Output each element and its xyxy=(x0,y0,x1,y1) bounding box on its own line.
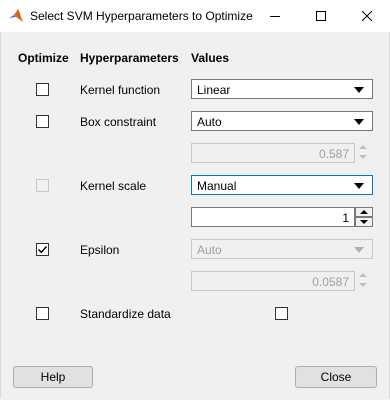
chevron-down-icon xyxy=(354,247,364,253)
close-button[interactable]: Close xyxy=(295,366,377,388)
close-window-button[interactable] xyxy=(344,0,390,32)
epsilon-dropdown: Auto xyxy=(191,239,373,259)
title-bar: Select SVM Hyperparameters to Optimize xyxy=(0,0,390,32)
spin-up-button xyxy=(355,143,373,153)
box-constraint-label: Box constraint xyxy=(80,115,157,129)
box-constraint-spin-value: 0.587 xyxy=(318,147,349,161)
kernel-scale-dropdown[interactable]: Manual xyxy=(191,175,373,195)
spin-up-button xyxy=(355,271,373,281)
standardize-data-label: Standardize data xyxy=(80,307,171,321)
optimize-epsilon-checkbox[interactable] xyxy=(36,243,49,256)
chevron-down-icon xyxy=(354,87,364,93)
optimize-kernel-function-checkbox[interactable] xyxy=(36,83,49,96)
epsilon-spin-field: 0.0587 xyxy=(191,271,355,291)
chevron-down-icon xyxy=(359,155,367,159)
kernel-scale-spin-value: 1 xyxy=(342,211,349,225)
dialog-body: Optimize Hyperparameters Values Kernel f… xyxy=(0,32,390,398)
checkmark-icon xyxy=(38,246,48,254)
optimize-standardize-checkbox[interactable] xyxy=(36,307,49,320)
epsilon-spin-value: 0.0587 xyxy=(312,275,349,289)
standardize-data-checkbox[interactable] xyxy=(275,307,288,320)
window-title: Select SVM Hyperparameters to Optimize xyxy=(30,9,253,23)
box-constraint-value: Auto xyxy=(197,115,222,129)
kernel-function-label: Kernel function xyxy=(80,83,161,97)
optimize-kernel-scale-checkbox xyxy=(36,179,49,192)
help-button[interactable]: Help xyxy=(13,366,93,388)
header-values: Values xyxy=(191,51,230,65)
chevron-up-icon xyxy=(360,210,368,214)
spin-down-button xyxy=(355,281,373,291)
box-constraint-dropdown[interactable]: Auto xyxy=(191,111,373,131)
chevron-up-icon xyxy=(359,273,367,277)
optimize-box-constraint-checkbox[interactable] xyxy=(36,115,49,128)
epsilon-label: Epsilon xyxy=(80,243,120,257)
minimize-icon xyxy=(270,16,280,17)
close-icon xyxy=(362,11,372,21)
chevron-down-icon xyxy=(354,183,364,189)
box-constraint-spin-field: 0.587 xyxy=(191,143,355,163)
chevron-up-icon xyxy=(359,145,367,149)
matlab-icon xyxy=(9,9,23,22)
kernel-scale-label: Kernel scale xyxy=(80,179,147,193)
epsilon-value: Auto xyxy=(197,243,222,257)
chevron-down-icon xyxy=(359,283,367,287)
header-hyperparameters: Hyperparameters xyxy=(80,51,179,65)
kernel-function-dropdown[interactable]: Linear xyxy=(191,79,373,99)
kernel-function-value: Linear xyxy=(197,83,231,97)
kernel-scale-value: Manual xyxy=(197,179,237,193)
chevron-down-icon xyxy=(360,220,368,224)
maximize-button[interactable] xyxy=(298,0,344,32)
spin-down-button[interactable] xyxy=(355,217,373,227)
maximize-icon xyxy=(316,11,326,21)
spin-down-button xyxy=(355,153,373,163)
spin-up-button[interactable] xyxy=(355,207,373,217)
chevron-down-icon xyxy=(354,119,364,125)
header-optimize: Optimize xyxy=(18,51,69,65)
kernel-scale-spin-field[interactable]: 1 xyxy=(191,207,355,227)
minimize-button[interactable] xyxy=(252,0,298,32)
